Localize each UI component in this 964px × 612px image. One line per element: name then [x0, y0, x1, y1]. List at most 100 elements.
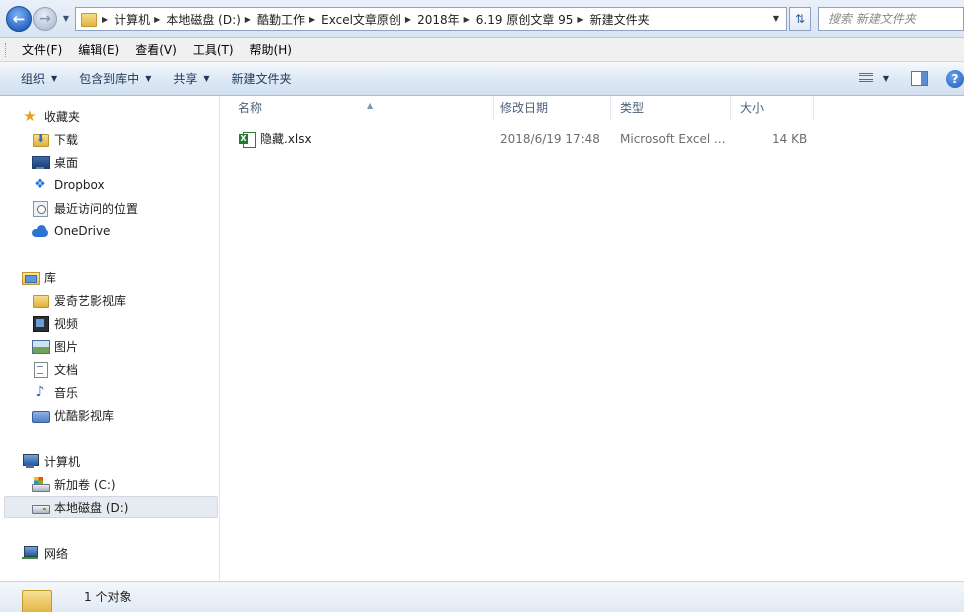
breadcrumb-item[interactable]: 计算机 [114, 11, 150, 28]
nav-item-label: 新加卷 (C:) [54, 477, 116, 492]
nav-item-downloads[interactable]: 下载 [0, 128, 78, 150]
nav-item-drive-c[interactable]: 新加卷 (C:) [0, 473, 116, 495]
nav-item-onedrive[interactable]: OneDrive [0, 220, 110, 242]
breadcrumb-item[interactable]: 酷勤工作 [257, 11, 305, 28]
folder-icon [78, 8, 98, 30]
nav-item-label: 下载 [54, 132, 79, 147]
address-history-dropdown[interactable]: ▼ [766, 7, 786, 31]
breadcrumb-separator-icon[interactable]: ▶ [401, 15, 417, 24]
navigation-pane: ★ 收藏夹 下载 桌面 ❖ Dropbox 最近访问的位置 OneDrive 库… [0, 96, 220, 581]
list-view-icon [859, 73, 873, 76]
nav-item-label: 图片 [54, 339, 79, 354]
arrow-right-icon: → [39, 11, 51, 27]
status-bar: 1 个对象 [0, 581, 964, 612]
nav-item-recent-places[interactable]: 最近访问的位置 [0, 197, 138, 219]
file-list-pane: 名称 ▲ 修改日期 类型 大小 隐藏.xlsx 2018/6/19 17:48 … [221, 96, 964, 581]
folder-icon [22, 588, 52, 612]
nav-item-label: 本地磁盘 (D:) [54, 500, 129, 515]
view-options-dropdown[interactable]: ▼ [880, 70, 892, 88]
nav-item-label: Dropbox [54, 178, 105, 192]
search-box[interactable] [818, 7, 964, 31]
nav-item-desktop[interactable]: 桌面 [0, 151, 78, 173]
forward-button[interactable]: → [33, 7, 57, 31]
column-label: 修改日期 [500, 101, 549, 115]
search-input[interactable] [819, 8, 963, 30]
nav-item-pictures[interactable]: 图片 [0, 335, 78, 357]
menu-view[interactable]: 查看(V) [127, 41, 185, 58]
nav-network[interactable]: 网络 [0, 542, 68, 564]
file-type: Microsoft Excel ... [620, 132, 726, 146]
dropbox-icon: ❖ [34, 177, 46, 192]
file-name: 隐藏.xlsx [260, 132, 312, 146]
breadcrumb-item[interactable]: 2018年 [417, 11, 460, 28]
computer-icon [22, 453, 39, 469]
nav-item-iqiyi-library[interactable]: 爱奇艺影视库 [0, 289, 126, 311]
star-icon: ★ [23, 107, 37, 125]
menu-help[interactable]: 帮助(H) [242, 41, 300, 58]
table-row[interactable]: 隐藏.xlsx 2018/6/19 17:48 Microsoft Excel … [221, 128, 964, 150]
nav-item-drive-d[interactable]: 本地磁盘 (D:) [4, 496, 218, 518]
nav-computer[interactable]: 计算机 [0, 450, 80, 472]
column-label: 大小 [740, 101, 765, 115]
recent-places-icon [32, 200, 48, 217]
back-button[interactable]: ← [6, 6, 32, 32]
nav-item-label: 桌面 [54, 155, 79, 170]
help-button[interactable]: ? [946, 70, 964, 88]
desktop-icon [32, 154, 50, 170]
menu-edit[interactable]: 编辑(E) [70, 41, 127, 58]
help-icon: ? [951, 72, 959, 86]
nav-item-label: 爱奇艺影视库 [54, 293, 127, 308]
breadcrumb-item[interactable]: 本地磁盘 (D:) [166, 11, 240, 28]
new-folder-button[interactable]: 新建文件夹 [221, 67, 303, 91]
recent-pages-dropdown[interactable]: ▼ [60, 12, 72, 26]
chevron-down-icon: ▼ [203, 74, 210, 83]
nav-item-music[interactable]: ♪ 音乐 [0, 381, 78, 403]
chevron-down-icon: ▼ [62, 14, 70, 23]
column-modified[interactable]: 修改日期 [491, 96, 611, 121]
address-box[interactable]: ▶ 计算机 ▶ 本地磁盘 (D:) ▶ 酷勤工作 ▶ Excel文章原创 ▶ 2… [75, 7, 787, 31]
folder-icon [32, 292, 49, 308]
breadcrumb-item[interactable]: Excel文章原创 [321, 11, 401, 28]
video-icon [32, 315, 49, 332]
nav-item-label: 文档 [54, 362, 79, 377]
menu-file[interactable]: 文件(F) [14, 41, 70, 58]
nav-item-youku-library[interactable]: 优酷影视库 [0, 404, 114, 426]
nav-item-documents[interactable]: 文档 [0, 358, 78, 380]
menu-tools[interactable]: 工具(T) [185, 41, 242, 58]
nav-item-label: 优酷影视库 [54, 408, 115, 423]
library-icon [22, 269, 40, 285]
breadcrumb-separator-icon[interactable]: ▶ [150, 15, 166, 24]
refresh-button[interactable]: ⇅ [789, 7, 811, 31]
organize-button[interactable]: 组织 ▼ [10, 67, 68, 91]
breadcrumb-item-current[interactable]: 新建文件夹 [590, 11, 650, 28]
chevron-down-icon: ▼ [51, 74, 58, 83]
share-button[interactable]: 共享 ▼ [162, 67, 220, 91]
breadcrumb-separator-icon[interactable]: ▶ [305, 15, 321, 24]
column-type[interactable]: 类型 [611, 96, 731, 121]
nav-item-label: 视频 [54, 316, 79, 331]
include-in-library-label: 包含到库中 [79, 72, 140, 86]
breadcrumb-separator-icon[interactable]: ▶ [241, 15, 257, 24]
menu-bar: 文件(F) 编辑(E) 查看(V) 工具(T) 帮助(H) [0, 38, 964, 62]
nav-item-label: 音乐 [54, 385, 79, 400]
column-name[interactable]: 名称 ▲ [229, 96, 494, 121]
view-options-button[interactable] [856, 70, 876, 88]
item-count: 1 个对象 [84, 590, 132, 604]
file-name-cell[interactable]: 隐藏.xlsx [239, 128, 312, 150]
picture-icon [32, 338, 50, 354]
nav-item-dropbox[interactable]: ❖ Dropbox [0, 174, 105, 196]
breadcrumb-separator-icon[interactable]: ▶ [573, 15, 589, 24]
nav-favorites[interactable]: ★ 收藏夹 [0, 105, 80, 127]
preview-pane-button[interactable] [911, 71, 928, 86]
share-label: 共享 [173, 72, 198, 86]
breadcrumb-separator-icon[interactable]: ▶ [460, 15, 476, 24]
include-in-library-button[interactable]: 包含到库中 ▼ [68, 67, 162, 91]
menu-grip [5, 43, 7, 57]
youku-library-icon [32, 407, 50, 423]
breadcrumb-item[interactable]: 6.19 原创文章 95 [476, 11, 574, 28]
nav-item-videos[interactable]: 视频 [0, 312, 78, 334]
chevron-down-icon: ▼ [145, 74, 152, 83]
column-size[interactable]: 大小 [731, 96, 814, 121]
nav-libraries[interactable]: 库 [0, 266, 56, 288]
breadcrumb-separator-icon[interactable]: ▶ [98, 15, 114, 24]
